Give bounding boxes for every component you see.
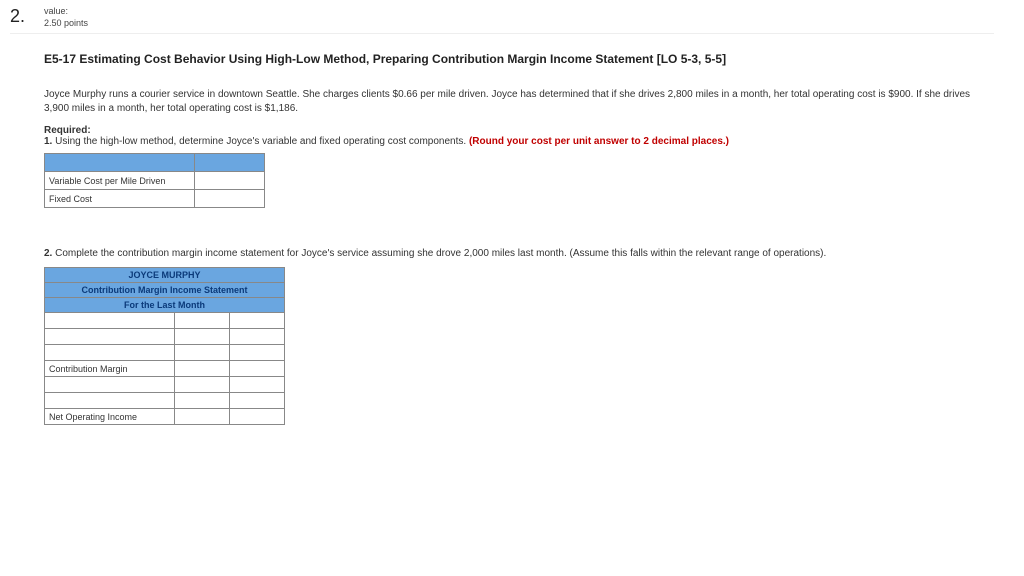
req2-number: 2. <box>44 248 52 259</box>
req1-number: 1. <box>44 136 52 147</box>
blank-header-cell <box>195 154 265 172</box>
value-points: 2.50 points <box>44 18 88 30</box>
variable-cost-input[interactable] <box>195 172 265 190</box>
table-row: For the Last Month <box>45 298 285 313</box>
table-row: JOYCE MURPHY <box>45 268 285 283</box>
amount-input[interactable] <box>230 313 285 329</box>
question-number: 2. <box>10 6 44 27</box>
table-row <box>45 313 285 329</box>
line-item-input[interactable] <box>45 377 175 393</box>
statement-period: For the Last Month <box>45 298 285 313</box>
line-item-input[interactable] <box>45 393 175 409</box>
table-row <box>45 345 285 361</box>
amount-input[interactable] <box>230 329 285 345</box>
fixed-cost-label: Fixed Cost <box>45 190 195 208</box>
amount-input[interactable] <box>230 361 285 377</box>
line-item-input[interactable] <box>45 313 175 329</box>
table-row <box>45 377 285 393</box>
amount-input[interactable] <box>230 393 285 409</box>
amount-input[interactable] <box>175 393 230 409</box>
amount-input[interactable] <box>175 329 230 345</box>
statement-company: JOYCE MURPHY <box>45 268 285 283</box>
income-statement-table: JOYCE MURPHY Contribution Margin Income … <box>44 267 285 425</box>
table-row <box>45 154 265 172</box>
scenario-text: Joyce Murphy runs a courier service in d… <box>44 88 994 115</box>
variable-cost-label: Variable Cost per Mile Driven <box>45 172 195 190</box>
value-label: value: <box>44 6 88 18</box>
req1-rounding-hint: (Round your cost per unit answer to 2 de… <box>469 136 729 147</box>
amount-input[interactable] <box>175 409 230 425</box>
amount-input[interactable] <box>230 345 285 361</box>
table-row <box>45 329 285 345</box>
line-item-input[interactable] <box>45 329 175 345</box>
question-content: E5-17 Estimating Cost Behavior Using Hig… <box>44 52 994 425</box>
amount-input[interactable] <box>175 361 230 377</box>
amount-input[interactable] <box>230 377 285 393</box>
question-value-block: value: 2.50 points <box>44 6 88 29</box>
fixed-cost-input[interactable] <box>195 190 265 208</box>
statement-title: Contribution Margin Income Statement <box>45 283 285 298</box>
req1-text: Using the high-low method, determine Joy… <box>55 136 466 147</box>
contribution-margin-label: Contribution Margin <box>45 361 175 377</box>
table-row: Contribution Margin Income Statement <box>45 283 285 298</box>
table-row <box>45 393 285 409</box>
net-operating-income-label: Net Operating Income <box>45 409 175 425</box>
question-header: 2. value: 2.50 points <box>10 6 994 34</box>
required-block: Required: 1. Using the high-low method, … <box>44 125 994 147</box>
table-row: Contribution Margin <box>45 361 285 377</box>
req1-line: 1. Using the high-low method, determine … <box>44 136 729 147</box>
table-row: Net Operating Income <box>45 409 285 425</box>
required-label: Required: <box>44 125 91 136</box>
blank-header-cell <box>45 154 195 172</box>
req2-line: 2. Complete the contribution margin inco… <box>44 248 994 259</box>
amount-input[interactable] <box>175 345 230 361</box>
req2-text: Complete the contribution margin income … <box>55 248 826 259</box>
amount-input[interactable] <box>175 313 230 329</box>
cost-components-table: Variable Cost per Mile Driven Fixed Cost <box>44 153 265 208</box>
line-item-input[interactable] <box>45 345 175 361</box>
table-row: Variable Cost per Mile Driven <box>45 172 265 190</box>
amount-input[interactable] <box>175 377 230 393</box>
amount-input[interactable] <box>230 409 285 425</box>
problem-title: E5-17 Estimating Cost Behavior Using Hig… <box>44 52 994 66</box>
table-row: Fixed Cost <box>45 190 265 208</box>
